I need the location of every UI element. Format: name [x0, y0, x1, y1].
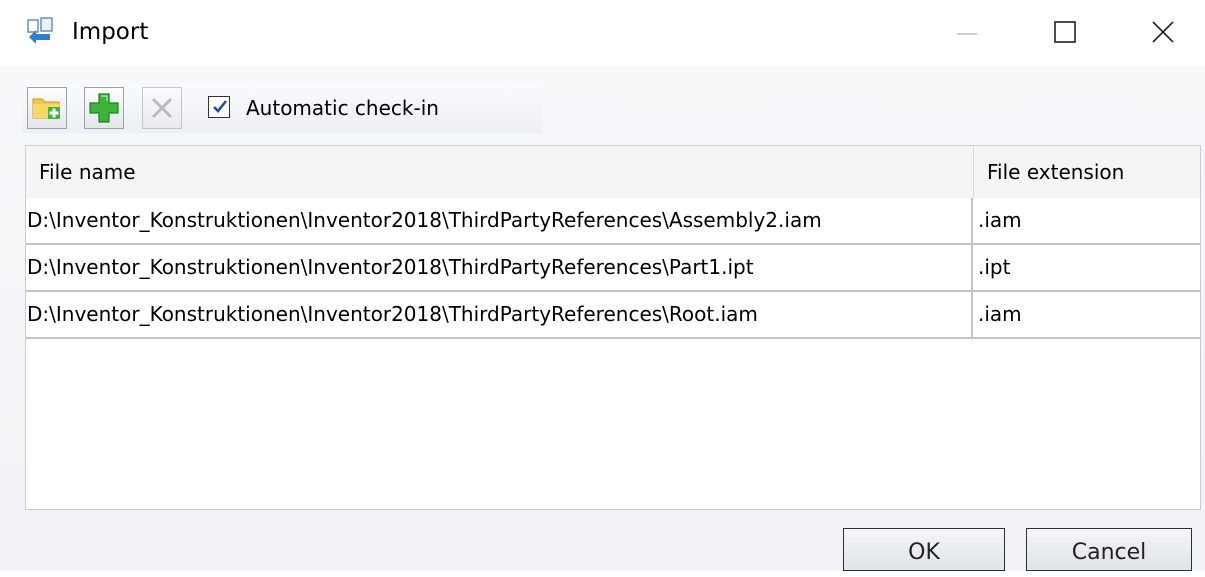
- file-extension-cell: .iam: [978, 302, 1022, 326]
- table-row[interactable]: D:\Inventor_Konstruktionen\Inventor2018\…: [26, 245, 1200, 292]
- close-icon: [1152, 21, 1174, 43]
- remove-button[interactable]: [142, 87, 182, 129]
- column-header-file-name[interactable]: File name: [26, 146, 973, 198]
- cancel-button[interactable]: Cancel: [1026, 528, 1192, 571]
- minimize-button[interactable]: [940, 10, 994, 56]
- close-button[interactable]: [1140, 10, 1194, 56]
- maximize-icon: [1054, 21, 1076, 43]
- file-extension-cell: .iam: [978, 208, 1022, 232]
- import-icon: [26, 17, 56, 47]
- table-row[interactable]: D:\Inventor_Konstruktionen\Inventor2018\…: [26, 198, 1200, 245]
- add-folder-icon: [32, 98, 60, 119]
- maximize-button[interactable]: [1040, 10, 1094, 56]
- table-header: File name File extension: [26, 146, 1200, 199]
- window-title: Import: [72, 19, 149, 45]
- file-name-cell: D:\Inventor_Konstruktionen\Inventor2018\…: [27, 198, 973, 243]
- table-row[interactable]: D:\Inventor_Konstruktionen\Inventor2018\…: [26, 292, 1200, 339]
- column-header-file-extension[interactable]: File extension: [974, 146, 1200, 198]
- checkmark-icon: [213, 100, 228, 113]
- automatic-checkin-checkbox[interactable]: [208, 96, 230, 118]
- automatic-checkin-label[interactable]: Automatic check-in: [246, 96, 439, 120]
- file-table[interactable]: File name File extension D:\Inventor_Kon…: [25, 145, 1201, 510]
- title-bar: Import: [0, 0, 1205, 66]
- file-name-cell: D:\Inventor_Konstruktionen\Inventor2018\…: [27, 245, 973, 290]
- add-folder-button[interactable]: [27, 87, 67, 129]
- file-name-cell: D:\Inventor_Konstruktionen\Inventor2018\…: [27, 292, 973, 337]
- minimize-icon: [957, 33, 977, 35]
- ok-button[interactable]: OK: [843, 528, 1005, 571]
- file-extension-cell: .ipt: [978, 255, 1011, 279]
- add-file-icon: [89, 93, 119, 123]
- remove-icon: [151, 97, 173, 119]
- add-file-button[interactable]: [84, 87, 124, 129]
